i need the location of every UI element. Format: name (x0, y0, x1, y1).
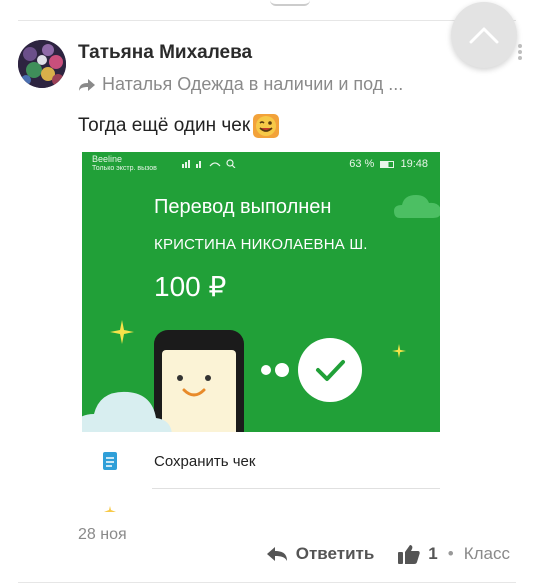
top-remnant (270, 0, 310, 6)
comment-date: 28 ноя (78, 526, 127, 543)
status-right: 63 % 19:48 (349, 158, 428, 170)
document-icon (103, 452, 117, 470)
battery-icon (380, 160, 395, 168)
cloud-icon (394, 195, 440, 218)
save-receipt-item[interactable]: Сохранить чек (82, 432, 440, 490)
actions-separator: • (447, 544, 454, 563)
forwarded-from-label: Наталья Одежда в наличии и под ... (102, 74, 404, 94)
bottom-divider (18, 582, 516, 583)
author-name[interactable]: Татьяна Михалева (78, 42, 252, 64)
receipt-recipient: КРИСТИНА НИКОЛАЕВНА Ш. (154, 236, 368, 253)
receipt-image[interactable]: Beeline Только экстр. вызов 63 % 19:48 П… (82, 152, 440, 512)
message-text: Тогда ещё один чек (78, 113, 280, 139)
more-menu-icon[interactable] (518, 44, 522, 60)
sparkle-small-icon (392, 344, 406, 358)
success-check-icon (261, 338, 362, 402)
reply-label: Ответить (295, 544, 375, 563)
winking-face-emoji-icon (253, 114, 280, 138)
phone-status-bar: Beeline Только экстр. вызов 63 % 19:48 (82, 152, 440, 176)
chevron-up-icon (469, 27, 499, 44)
signal-icon (182, 158, 242, 171)
status-time: 19:48 (400, 158, 428, 170)
thumbs-up-icon (398, 545, 420, 564)
battery-percent: 63 % (349, 158, 375, 170)
next-menu-item-icon (104, 506, 116, 512)
sparkle-icon (110, 320, 134, 344)
receipt-green-panel: Beeline Только экстр. вызов 63 % 19:48 П… (82, 152, 440, 432)
forwarded-from[interactable]: Наталья Одежда в наличии и под ... (78, 74, 403, 95)
menu-divider (152, 488, 440, 489)
klass-button[interactable]: Класс (464, 544, 510, 564)
cloud-bottom-icon (82, 391, 172, 432)
scroll-up-button[interactable] (451, 2, 517, 68)
receipt-title: Перевод выполнен (154, 196, 332, 218)
reply-arrow-icon (266, 547, 287, 561)
reply-button[interactable]: Ответить (266, 544, 375, 564)
comment-actions: Ответить 1 • Класс (266, 544, 510, 564)
top-divider (18, 20, 516, 21)
like-button[interactable]: 1 (398, 544, 438, 564)
forward-arrow-icon (79, 78, 95, 91)
avatar[interactable] (18, 40, 66, 88)
message-body: Тогда ещё один чек (78, 115, 251, 136)
receipt-menu: Сохранить чек (82, 432, 440, 512)
save-receipt-label: Сохранить чек (154, 452, 256, 470)
receipt-amount: 100 ₽ (154, 271, 227, 302)
like-count: 1 (428, 544, 438, 563)
